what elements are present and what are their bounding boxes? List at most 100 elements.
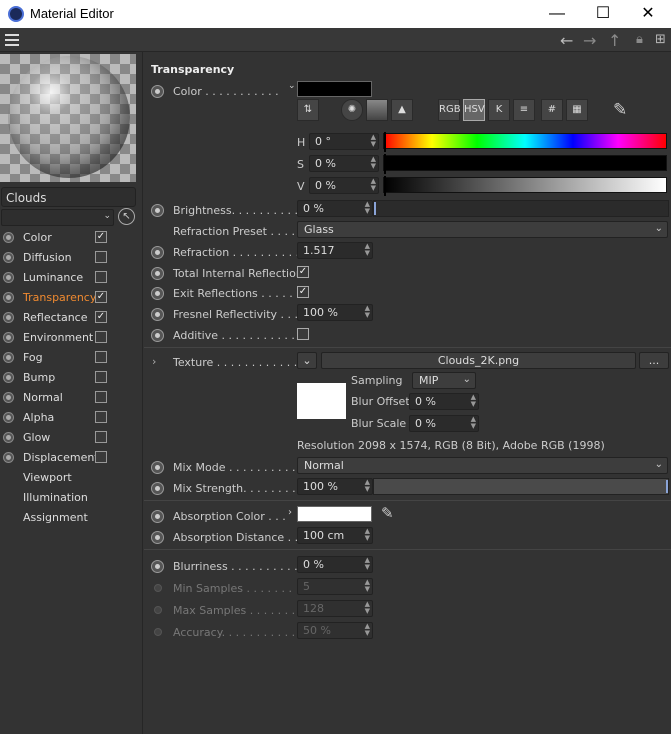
blur-offset-field[interactable]: 0 % ▲ ▼ <box>409 393 479 410</box>
fresnel-field[interactable]: 100 % ▲ ▼ <box>297 304 373 321</box>
spinner-icon[interactable]: ▲ ▼ <box>371 178 376 192</box>
animate-dot-icon[interactable] <box>151 85 164 98</box>
spinner-icon[interactable]: ▲ ▼ <box>471 394 476 408</box>
hsv-mode-button[interactable]: HSV <box>463 99 485 121</box>
pick-arrow-icon[interactable]: ↖ <box>118 208 135 225</box>
channel-checkbox[interactable] <box>95 331 107 343</box>
absorption-color-swatch[interactable] <box>297 506 372 522</box>
value-slider[interactable] <box>383 176 667 196</box>
channel-item[interactable]: Luminance <box>0 268 143 288</box>
channel-item[interactable]: Bump <box>0 368 143 388</box>
channel-item[interactable]: Viewport <box>0 468 143 488</box>
channel-item[interactable]: Fog <box>0 348 143 368</box>
minimize-button[interactable]: — <box>534 0 580 28</box>
channel-item[interactable]: Assignment <box>0 508 143 528</box>
hue-field[interactable]: 0 ° ▲ ▼ <box>309 133 379 150</box>
hamburger-menu-icon[interactable] <box>5 34 19 46</box>
spinner-icon[interactable]: ▲ ▼ <box>471 416 476 430</box>
channel-item[interactable]: Diffusion <box>0 248 143 268</box>
spinner-icon[interactable]: ▲ ▼ <box>365 557 370 571</box>
animate-dot-icon[interactable] <box>151 329 164 342</box>
channel-item[interactable]: Normal <box>0 388 143 408</box>
refraction-preset-dropdown[interactable]: Glass ⌄ <box>297 221 668 238</box>
material-name-field[interactable]: Clouds <box>1 187 136 207</box>
channel-checkbox[interactable]: ✓ <box>95 291 107 303</box>
animate-dot-icon[interactable] <box>151 510 164 523</box>
hex-mode-button[interactable]: # <box>541 99 563 121</box>
mix-strength-field[interactable]: 100 % ▲ ▼ <box>297 478 373 495</box>
spinner-icon[interactable]: ▲ ▼ <box>365 479 370 493</box>
animate-dot-icon[interactable] <box>151 267 164 280</box>
eyedropper-icon[interactable]: ✎ <box>381 504 394 522</box>
animate-dot-icon[interactable] <box>151 482 164 495</box>
brightness-field[interactable]: 0 % ▲ ▼ <box>297 200 373 217</box>
material-preview[interactable] <box>0 54 136 182</box>
exit-reflections-checkbox[interactable]: ✓ <box>297 286 309 298</box>
animate-dot-icon[interactable] <box>151 308 164 321</box>
animate-dot-icon[interactable] <box>151 531 164 544</box>
channel-checkbox[interactable] <box>95 251 107 263</box>
channel-item[interactable]: Illumination <box>0 488 143 508</box>
absorption-distance-field[interactable]: 100 cm ▲ ▼ <box>297 527 373 544</box>
mix-mode-dropdown[interactable]: Normal ⌄ <box>297 457 668 474</box>
color-swatch[interactable] <box>297 81 372 97</box>
mixer-mode-button[interactable]: ≡ <box>513 99 535 121</box>
total-internal-reflection-checkbox[interactable]: ✓ <box>297 266 309 278</box>
channel-checkbox[interactable] <box>95 451 107 463</box>
hue-slider[interactable] <box>383 132 667 152</box>
swatches-mode-button[interactable]: ▦ <box>566 99 588 121</box>
additive-checkbox[interactable] <box>297 328 309 340</box>
kelvin-mode-button[interactable]: K <box>488 99 510 121</box>
saturation-field[interactable]: 0 % ▲ ▼ <box>309 155 379 172</box>
blur-scale-field[interactable]: 0 % ▲ ▼ <box>409 415 479 432</box>
spinner-icon[interactable]: ▲ ▼ <box>371 134 376 148</box>
saturation-slider[interactable] <box>383 154 667 174</box>
refraction-field[interactable]: 1.517 ▲ ▼ <box>297 242 373 259</box>
channel-item[interactable]: Reflectance ✓ <box>0 308 143 328</box>
animate-dot-icon[interactable] <box>151 204 164 217</box>
animate-dot-icon[interactable] <box>151 246 164 259</box>
texture-browse-button[interactable]: ... <box>639 352 669 369</box>
channel-item[interactable]: Transparency ✓ <box>0 288 143 308</box>
maximize-button[interactable]: ☐ <box>580 0 626 28</box>
back-arrow-icon[interactable]: ← <box>560 31 573 50</box>
texture-file-button[interactable]: Clouds_2K.png <box>321 352 636 369</box>
channel-item[interactable]: Glow <box>0 428 143 448</box>
spinner-icon[interactable]: ▲ ▼ <box>365 201 370 215</box>
new-window-icon[interactable]: ⊞ <box>655 32 666 47</box>
spinner-icon[interactable]: ▲ ▼ <box>365 243 370 257</box>
chevron-right-icon[interactable]: › <box>152 355 156 368</box>
brightness-slider-handle[interactable] <box>374 202 376 215</box>
channel-checkbox[interactable] <box>95 371 107 383</box>
brightness-slider[interactable] <box>373 200 669 217</box>
eyedropper-icon[interactable]: ✎ <box>613 100 627 120</box>
spinner-icon[interactable]: ▲ ▼ <box>365 528 370 542</box>
hue-marker[interactable] <box>384 132 386 152</box>
mix-strength-slider[interactable] <box>373 478 669 495</box>
channel-checkbox[interactable] <box>95 271 107 283</box>
chevron-right-icon[interactable]: › <box>288 507 292 518</box>
channel-checkbox[interactable] <box>95 431 107 443</box>
spectrum-icon[interactable] <box>366 99 388 121</box>
up-arrow-icon[interactable]: ↑ <box>608 31 621 50</box>
rgb-mode-button[interactable]: RGB <box>438 99 461 121</box>
channel-checkbox[interactable] <box>95 351 107 363</box>
channel-checkbox[interactable] <box>95 391 107 403</box>
lock-icon[interactable]: 🔒︎ <box>636 32 643 47</box>
swap-arrows-icon[interactable]: ⇅ <box>297 99 319 121</box>
chevron-down-icon[interactable]: ⌄ <box>288 81 296 91</box>
forward-arrow-icon[interactable]: → <box>583 31 596 50</box>
image-picker-icon[interactable]: ▲ <box>391 99 413 121</box>
channel-checkbox[interactable] <box>95 411 107 423</box>
channel-item[interactable]: Alpha <box>0 408 143 428</box>
animate-dot-icon[interactable] <box>151 461 164 474</box>
value-marker[interactable] <box>384 176 386 196</box>
texture-menu-button[interactable]: ⌄ <box>297 352 317 369</box>
channel-item[interactable]: Environment <box>0 328 143 348</box>
value-field[interactable]: 0 % ▲ ▼ <box>309 177 379 194</box>
mix-strength-slider-handle[interactable] <box>666 480 668 493</box>
animate-dot-icon[interactable] <box>151 560 164 573</box>
channel-item[interactable]: Displacement <box>0 448 143 468</box>
channel-checkbox[interactable]: ✓ <box>95 311 107 323</box>
saturation-marker[interactable] <box>384 154 386 174</box>
